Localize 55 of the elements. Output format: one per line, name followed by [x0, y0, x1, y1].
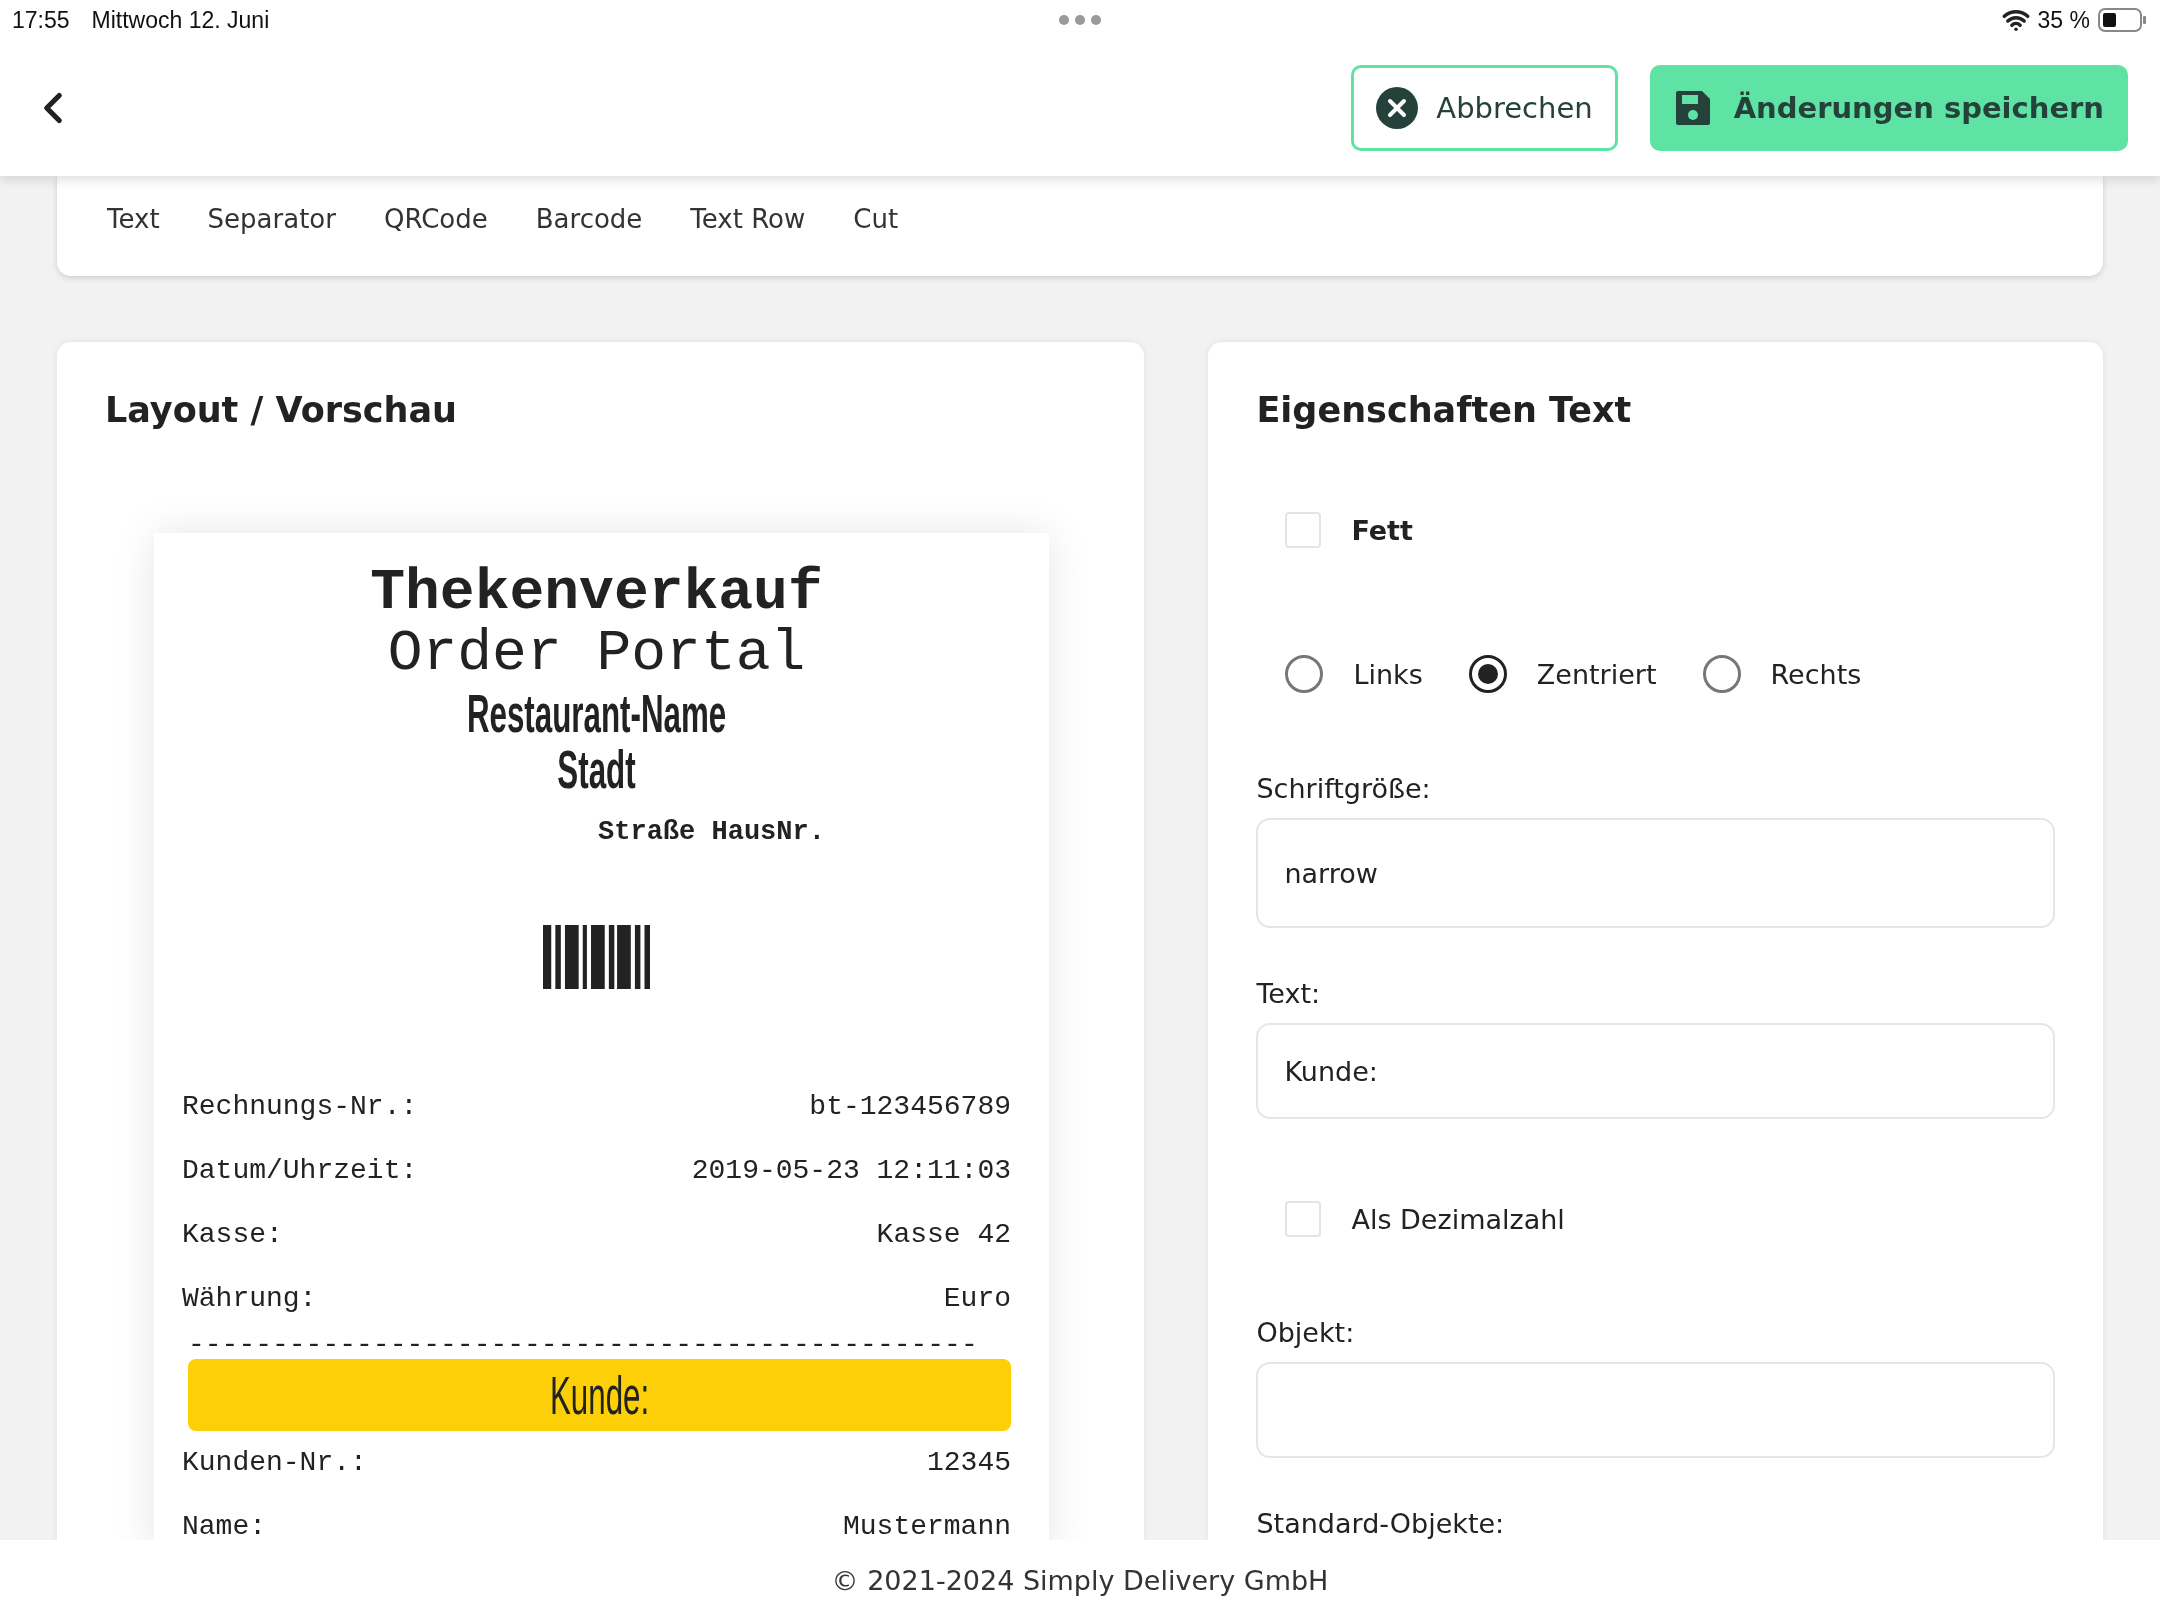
receipt-label: Datum/Uhrzeit:: [182, 1155, 418, 1186]
decimal-checkbox[interactable]: [1285, 1201, 1322, 1237]
highlighted-element[interactable]: Kunde:: [188, 1358, 1011, 1431]
receipt-label: Währung:: [182, 1283, 317, 1314]
alignment-radio[interactable]: [1702, 655, 1741, 693]
font-size-field[interactable]: narrow: [1256, 818, 2055, 928]
receipt-value: bt-123456789: [809, 1091, 1011, 1122]
field-label: Standard-Objekte:: [1256, 1508, 1506, 1539]
battery-icon: [2098, 8, 2148, 32]
close-icon: [1376, 87, 1419, 129]
receipt-value: Mustermann: [842, 1511, 1011, 1540]
checkbox-label: Fett: [1351, 514, 1413, 546]
receipt-value: Kasse 42: [876, 1219, 1011, 1250]
cancel-button[interactable]: Abbrechen: [1351, 65, 1618, 151]
field-label: Text:: [1256, 978, 1322, 1009]
tool-item[interactable]: QRCode: [383, 204, 488, 234]
receipt-label: Rechnungs-Nr.:: [182, 1091, 418, 1122]
text-field[interactable]: Kunde:: [1256, 1023, 2055, 1119]
radio-label: Links: [1353, 658, 1423, 690]
battery-level: 35 %: [2037, 6, 2090, 34]
tool-item[interactable]: Barcode: [535, 204, 643, 234]
radio-label: Rechts: [1770, 658, 1862, 690]
receipt-label: Kasse:: [182, 1219, 283, 1250]
save-button[interactable]: Änderungen speichern: [1649, 65, 2128, 151]
tool-item[interactable]: Cut: [853, 204, 899, 234]
receipt-label: Name:: [182, 1511, 266, 1540]
receipt-text: Restaurant-Name: [466, 684, 727, 742]
receipt-label: Kunden-Nr.:: [182, 1447, 367, 1478]
card-title: Layout / Vorschau: [105, 390, 459, 430]
receipt-value: Euro: [943, 1283, 1011, 1314]
receipt-value: 2019-05-23 12:11:03: [691, 1155, 1011, 1186]
checkbox-label: Als Dezimalzahl: [1351, 1203, 1565, 1235]
bold-checkbox[interactable]: [1285, 512, 1322, 548]
status-date: Mittwoch 12. Juni: [91, 6, 270, 34]
status-time: 17:55: [12, 6, 70, 34]
alignment-radio[interactable]: [1285, 655, 1324, 693]
receipt-text: Thekenverkauf: [370, 563, 823, 624]
receipt-text: Straße HausNr.: [598, 818, 825, 847]
receipt-text: Order Portal: [387, 623, 806, 685]
receipt-value: 12345: [927, 1447, 1011, 1478]
separator-line: -----------------------------------------------: [188, 1330, 979, 1359]
card-title: Eigenschaften Text: [1256, 390, 1633, 430]
radio-label: Zentriert: [1536, 658, 1657, 690]
more-dots-icon[interactable]: [1058, 14, 1102, 26]
field-label: Schriftgröße:: [1256, 773, 1432, 804]
receipt-text: Kunde:: [549, 1363, 650, 1426]
field-label: Objekt:: [1256, 1317, 1356, 1348]
alignment-radio[interactable]: [1468, 655, 1507, 693]
object-field[interactable]: [1256, 1362, 2055, 1458]
tool-item[interactable]: Text Row: [690, 204, 806, 234]
copyright-text: © 2021-2024 Simply Delivery GmbH: [831, 1564, 1329, 1596]
barcode-icon: [543, 924, 650, 989]
tool-item[interactable]: Separator: [207, 204, 336, 234]
tool-item[interactable]: Text: [107, 204, 160, 234]
receipt-text: Stadt: [557, 741, 636, 799]
